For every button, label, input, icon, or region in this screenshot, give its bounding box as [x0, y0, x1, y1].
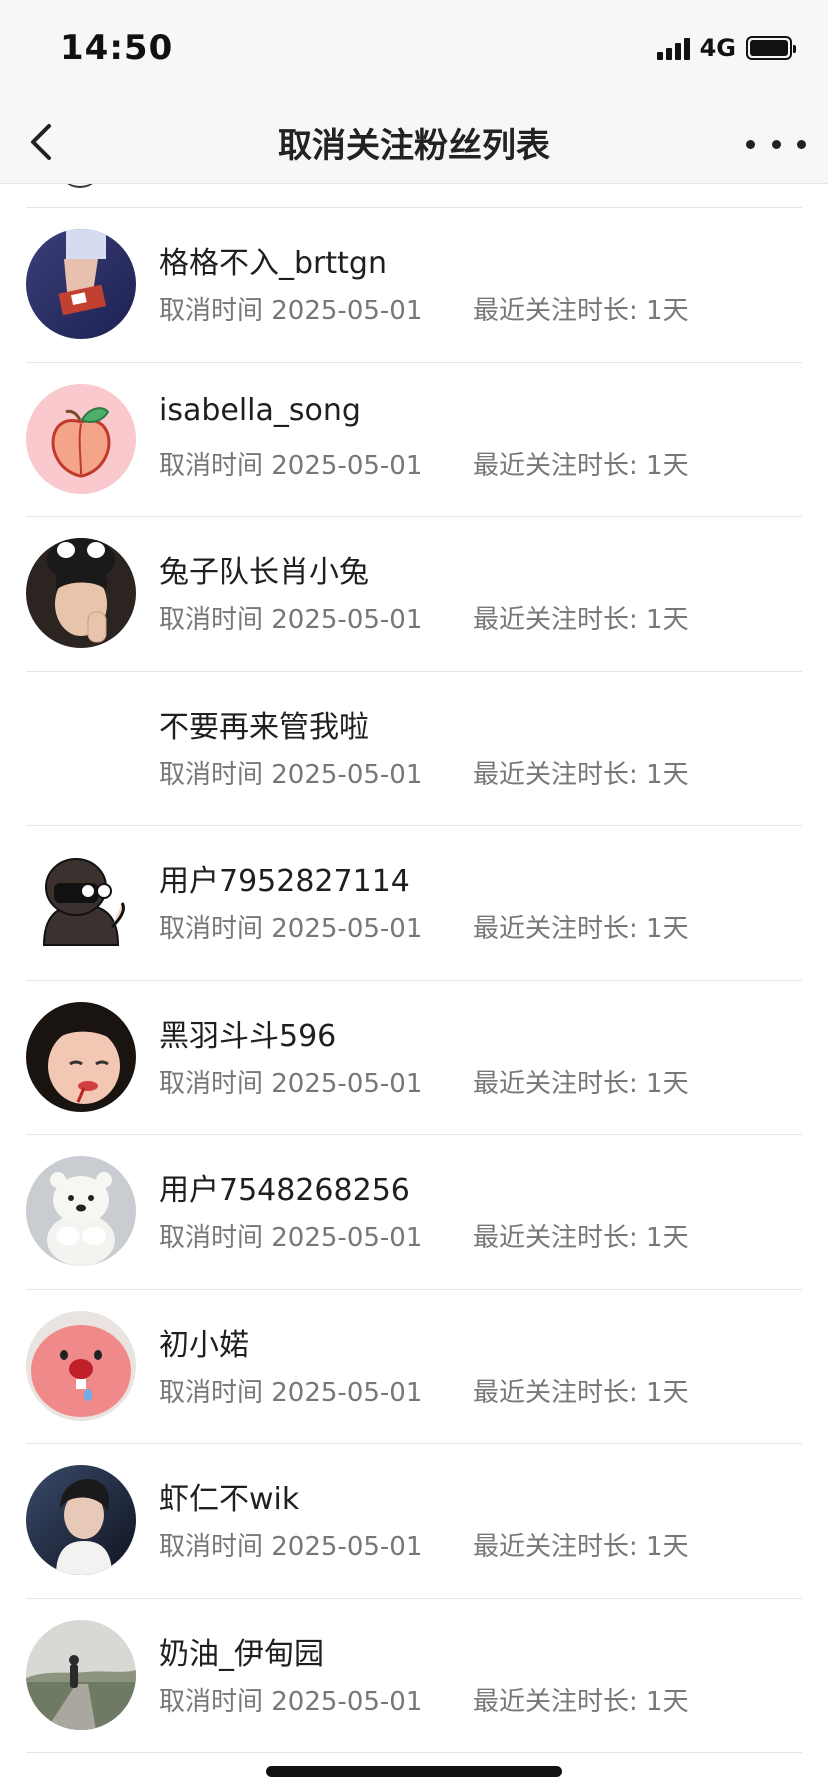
follow-duration: 最近关注时长: 1天: [473, 914, 689, 944]
list-item[interactable]: 兔子队长肖小兔 取消时间 2025-05-01 最近关注时长: 1天: [26, 517, 802, 672]
list-item[interactable]: 不要再来管我啦 取消时间 2025-05-01 最近关注时长: 1天: [26, 672, 802, 826]
unfollow-fans-list[interactable]: 格格不入_brttgn 取消时间 2025-05-01 最近关注时长: 1天 i…: [0, 184, 828, 1792]
user-name: 用户7952827114: [159, 864, 410, 899]
user-name: 兔子队长肖小兔: [159, 555, 369, 590]
avatar[interactable]: [26, 538, 136, 648]
meta-info: 取消时间 2025-05-01 最近关注时长: 1天: [159, 290, 689, 327]
list-item[interactable]: isabella_song 取消时间 2025-05-01 最近关注时长: 1天: [26, 363, 802, 517]
follow-duration: 最近关注时长: 1天: [473, 1068, 689, 1099]
follow-duration: 最近关注时长: 1天: [473, 759, 689, 790]
follow-duration: 最近关注时长: 1天: [473, 1223, 689, 1253]
user-name: 虾仁不wik: [159, 1482, 300, 1517]
avatar[interactable]: [26, 1156, 136, 1266]
cancel-time: 取消时间 2025-05-01: [159, 605, 423, 635]
person-photo-avatar-icon: [26, 1465, 136, 1575]
more-dot-icon: [797, 139, 806, 149]
user-name: 格格不入_brttgn: [159, 246, 387, 281]
meta-info: 取消时间 2025-05-01 最近关注时长: 1天: [159, 1372, 689, 1409]
user-name: 奶油_伊甸园: [159, 1636, 324, 1672]
cancel-time: 取消时间 2025-05-01: [159, 1068, 423, 1099]
status-time: 14:50: [60, 28, 174, 68]
status-indicators: 4G: [656, 34, 796, 62]
list-item[interactable]: 黑羽斗斗596 取消时间 2025-05-01 最近关注时长: 1天: [26, 981, 802, 1135]
follow-duration: 最近关注时长: 1天: [473, 450, 689, 481]
cartoon-hooded-avatar-icon: [26, 847, 136, 957]
cancel-time: 取消时间 2025-05-01: [159, 1532, 423, 1562]
cancel-time: 取消时间 2025-05-01: [159, 1223, 423, 1253]
meta-info: 取消时间 2025-05-01 最近关注时长: 1天: [159, 908, 689, 945]
landscape-photo-avatar-icon: [26, 1619, 136, 1730]
cancel-time: 取消时间 2025-05-01: [159, 450, 423, 481]
meta-info: 取消时间 2025-05-01 最近关注时长: 1天: [159, 1217, 689, 1254]
user-name: isabella_song: [159, 392, 361, 428]
user-name: 黑羽斗斗596: [159, 1018, 337, 1054]
avatar: [58, 184, 102, 188]
follow-duration: 最近关注时长: 1天: [473, 1686, 689, 1717]
follow-duration: 最近关注时长: 1天: [473, 296, 689, 326]
meta-info: 取消时间 2025-05-01 最近关注时长: 1天: [159, 1681, 689, 1718]
person-photo-avatar-icon: [26, 538, 136, 648]
meta-info: 取消时间 2025-05-01 最近关注时长: 1天: [159, 1526, 689, 1563]
signal-icon: [656, 36, 690, 60]
follow-duration: 最近关注时长: 1天: [473, 1532, 689, 1562]
avatar[interactable]: [26, 1619, 136, 1730]
cancel-time: 取消时间 2025-05-01: [159, 1686, 423, 1717]
avatar[interactable]: [26, 847, 136, 957]
cancel-time: 取消时间 2025-05-01: [159, 759, 423, 790]
network-type: 4G: [699, 34, 736, 62]
follow-duration: 最近关注时长: 1天: [473, 605, 689, 635]
home-indicator[interactable]: [266, 1766, 562, 1777]
list-item[interactable]: 用户7548268256 取消时间 2025-05-01 最近关注时长: 1天: [26, 1135, 802, 1290]
list-item[interactable]: 虾仁不wik 取消时间 2025-05-01 最近关注时长: 1天: [26, 1444, 802, 1599]
hands-photo-avatar-icon: [26, 229, 136, 339]
status-bar: 14:50 4G: [0, 0, 828, 100]
page-title: 取消关注粉丝列表: [278, 126, 550, 166]
person-photo-avatar-icon: [26, 1001, 136, 1112]
meta-info: 取消时间 2025-05-01 最近关注时长: 1天: [159, 599, 689, 636]
list-item[interactable]: 格格不入_brttgn 取消时间 2025-05-01 最近关注时长: 1天: [26, 208, 802, 363]
peach-avatar-icon: [26, 383, 136, 494]
pink-plush-avatar-icon: [26, 1310, 136, 1421]
avatar[interactable]: [26, 383, 136, 494]
meta-info: 取消时间 2025-05-01 最近关注时长: 1天: [159, 754, 689, 791]
battery-icon: [746, 36, 796, 60]
user-name: 初小婼: [159, 1327, 249, 1363]
avatar[interactable]: [26, 1465, 136, 1575]
meta-info: 取消时间 2025-05-01 最近关注时长: 1天: [159, 1063, 689, 1100]
avatar[interactable]: [26, 1310, 136, 1421]
user-name: 用户7548268256: [159, 1173, 410, 1208]
avatar[interactable]: [26, 693, 136, 803]
avatar[interactable]: [26, 1001, 136, 1112]
list-item[interactable]: 奶油_伊甸园 取消时间 2025-05-01 最近关注时长: 1天: [26, 1599, 802, 1753]
cancel-time: 取消时间 2025-05-01: [159, 914, 423, 944]
meta-info: 取消时间 2025-05-01 最近关注时长: 1天: [159, 445, 689, 482]
cancel-time: 取消时间 2025-05-01: [159, 296, 423, 326]
user-name: 不要再来管我啦: [159, 709, 369, 745]
polar-bear-avatar-icon: [26, 1156, 136, 1266]
avatar[interactable]: [26, 229, 136, 339]
list-item[interactable]: 用户7952827114 取消时间 2025-05-01 最近关注时长: 1天: [26, 826, 802, 981]
cancel-time: 取消时间 2025-05-01: [159, 1377, 423, 1408]
list-item[interactable]: 初小婼 取消时间 2025-05-01 最近关注时长: 1天: [26, 1290, 802, 1444]
nav-bar: 取消关注粉丝列表: [0, 100, 828, 184]
more-dot-icon: [771, 139, 781, 149]
more-options-button[interactable]: [746, 124, 806, 164]
follow-duration: 最近关注时长: 1天: [473, 1377, 689, 1408]
more-dot-icon: [746, 139, 755, 149]
list-item-partial: [26, 184, 802, 208]
